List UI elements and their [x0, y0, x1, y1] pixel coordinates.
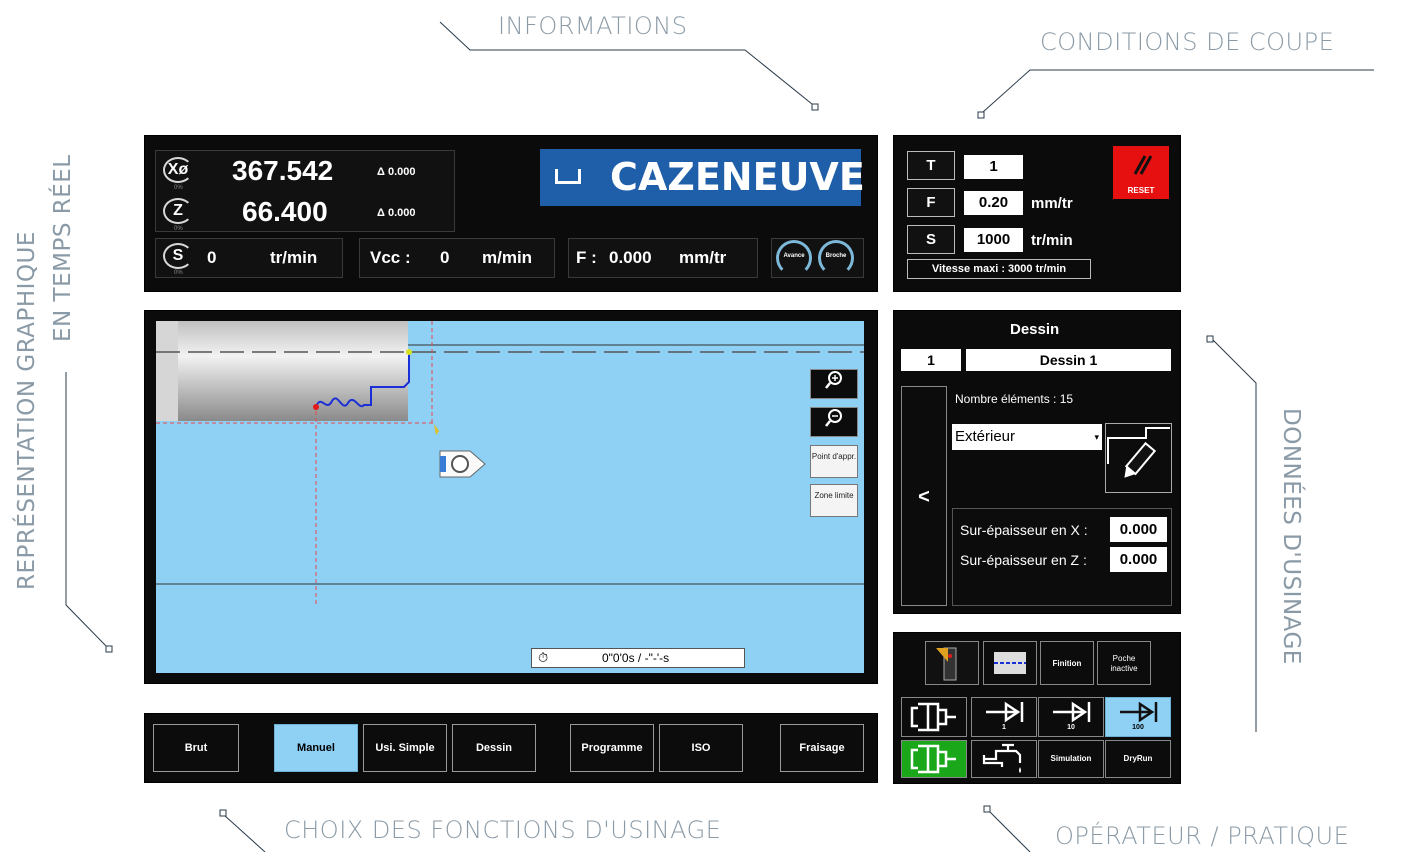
spindle-on-icon: [910, 744, 956, 774]
spindle-off-button[interactable]: [901, 697, 967, 737]
jog-arrow-icon: [986, 701, 1024, 723]
z-axis-percent: 0%: [174, 226, 183, 232]
callout-operateur: OPÉRATEUR / PRATIQUE: [1055, 822, 1350, 850]
zoom-out-button[interactable]: [810, 407, 858, 437]
x-value: 367.542: [232, 155, 334, 186]
speed-label-box: S: [907, 225, 955, 254]
callout-choix: CHOIX DES FONCTIONS D'USINAGE: [284, 816, 722, 844]
jog-step-100-button[interactable]: 100: [1105, 697, 1171, 737]
z-value: 66.400: [242, 196, 328, 227]
callout-donnees: DONNÉES D'USINAGE: [1278, 408, 1304, 665]
s-axis-icon: S: [163, 243, 193, 269]
zoom-in-icon: [825, 371, 842, 389]
vcc-label: Vcc :: [370, 248, 411, 267]
callout-conditions: CONDITIONS DE COUPE: [1040, 28, 1335, 56]
chevron-down-icon: ▾: [1094, 432, 1099, 442]
approach-point-button[interactable]: Point d'appr.: [810, 445, 858, 478]
sur-z-label: Sur-épaisseur en Z :: [960, 552, 1087, 568]
pencil-profile-icon: [1107, 427, 1170, 478]
poche-inactive-button[interactable]: Poche inactive: [1097, 641, 1151, 685]
tool-holder-icon: [439, 450, 486, 478]
x-delta: Δ 0.000: [377, 166, 416, 178]
speed-field[interactable]: 1000: [964, 228, 1023, 252]
toolpath-view[interactable]: Point d'appr. Zone limite ⏱ 0"0'0s / -"-…: [156, 321, 864, 673]
x-axis-icon: Xø: [163, 157, 193, 183]
brand-name: CAZENEUVE: [610, 155, 865, 199]
vcc-value: 0: [440, 248, 450, 267]
callout-informations: INFORMATIONS: [498, 12, 688, 40]
speed-unit-label: tr/min: [1031, 232, 1073, 249]
vcc-unit: m/min: [482, 248, 533, 267]
spindle-override-gauge[interactable]: Broche: [818, 240, 854, 276]
finition-button[interactable]: Finition: [1040, 641, 1094, 685]
dessin-title: Dessin: [1010, 321, 1060, 338]
tab-manuel[interactable]: Manuel: [274, 724, 358, 772]
tool-label: T: [907, 151, 955, 180]
feed-unit: mm/tr: [679, 248, 727, 267]
cycle-timer: ⏱ 0"0'0s / -"-'-s: [531, 648, 745, 668]
spindle-icon: [910, 702, 956, 732]
toolpath-canvas: [156, 321, 864, 606]
tab-brut[interactable]: Brut: [153, 724, 239, 772]
callout-representation-1: REPRÉSENTATION GRAPHIQUE: [14, 231, 40, 590]
tab-fraisage[interactable]: Fraisage: [780, 724, 864, 772]
reset-button[interactable]: RESET: [1113, 146, 1169, 199]
s-axis-percent: 0%: [174, 270, 183, 276]
feed-unit-label: mm/tr: [1031, 195, 1073, 212]
jog-arrow-icon: [1053, 701, 1091, 723]
nb-elements-label: Nombre éléments : 15: [955, 392, 1074, 406]
tool-insert-icon: [936, 647, 957, 681]
jog-step-10-button[interactable]: 10: [1038, 697, 1104, 737]
type-select-value: Extérieur: [955, 428, 1016, 445]
callout-representation-2: EN TEMPS RÉEL: [50, 154, 76, 342]
logo-mark-icon: [555, 169, 581, 184]
stock-view-button[interactable]: [983, 641, 1037, 685]
sur-z-field[interactable]: 0.000: [1110, 547, 1167, 572]
zoom-out-icon: [825, 409, 842, 427]
profile-draw-button[interactable]: [1105, 423, 1172, 493]
type-select[interactable]: Extérieur ▾: [952, 424, 1102, 450]
coolant-tap-icon: [982, 743, 1022, 773]
sur-x-label: Sur-épaisseur en X :: [960, 522, 1088, 538]
tab-usi-simple[interactable]: Usi. Simple: [363, 724, 447, 772]
z-axis-icon: Z: [163, 198, 193, 224]
dessin-name-field[interactable]: Dessin 1: [966, 349, 1171, 371]
sur-x-field[interactable]: 0.000: [1110, 517, 1167, 542]
stopwatch-icon: ⏱: [538, 650, 549, 665]
feed-field[interactable]: 0.20: [964, 191, 1023, 215]
reset-icon: [1133, 155, 1153, 175]
limit-zone-button[interactable]: Zone limite: [810, 484, 858, 517]
tool-insert-button[interactable]: [925, 641, 979, 685]
reset-label: RESET: [1127, 186, 1155, 195]
feed-label: F :: [576, 248, 597, 267]
x-axis-percent: 0%: [174, 185, 183, 191]
chuck: [156, 321, 178, 421]
coolant-button[interactable]: [971, 740, 1037, 778]
tab-iso[interactable]: ISO: [659, 724, 743, 772]
s-value: 0: [207, 248, 217, 267]
tool-field[interactable]: 1: [964, 155, 1023, 179]
jog-arrow-icon: [1120, 701, 1158, 723]
stock-view-icon: [994, 652, 1026, 674]
z-delta: Δ 0.000: [377, 207, 416, 219]
brand-logo: CAZENEUVE: [540, 149, 865, 206]
feed-value: 0.000: [609, 248, 652, 267]
spindle-on-button[interactable]: [901, 740, 967, 778]
feed-label-box: F: [907, 188, 955, 217]
stock-part: [178, 321, 408, 421]
s-unit: tr/min: [270, 248, 318, 267]
zoom-in-button[interactable]: [810, 369, 858, 399]
jog-step-1-button[interactable]: 1: [971, 697, 1037, 737]
simulation-button[interactable]: Simulation: [1038, 740, 1104, 778]
timer-value: 0"0'0s / -"-'-s: [602, 651, 670, 665]
dessin-number-field[interactable]: 1: [901, 349, 961, 371]
max-speed-label: Vitesse maxi : 3000 tr/min: [907, 259, 1091, 279]
tab-dessin[interactable]: Dessin: [452, 724, 536, 772]
feed-override-gauge[interactable]: Avance: [776, 240, 812, 276]
dryrun-button[interactable]: DryRun: [1105, 740, 1171, 778]
tab-programme[interactable]: Programme: [570, 724, 654, 772]
back-button[interactable]: <: [901, 386, 947, 606]
